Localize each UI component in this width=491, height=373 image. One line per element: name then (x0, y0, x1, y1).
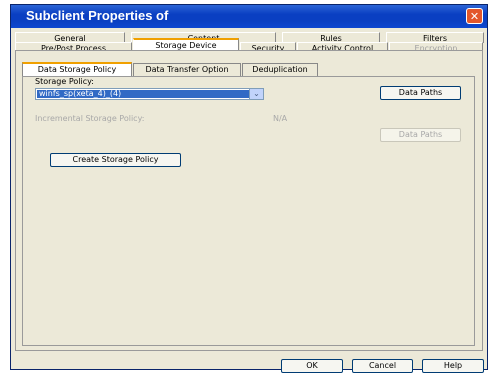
subclient-properties-dialog: Subclient Properties of ✕ General Conten… (10, 4, 488, 373)
tab-data-transfer-option[interactable]: Data Transfer Option (133, 63, 241, 76)
cancel-button[interactable]: Cancel (352, 359, 413, 373)
tab-data-storage-policy[interactable]: Data Storage Policy (22, 62, 132, 76)
create-storage-policy-button[interactable]: Create Storage Policy (50, 153, 181, 167)
incremental-storage-policy-value: N/A (273, 114, 288, 123)
chevron-down-icon[interactable]: ⌄ (249, 89, 263, 99)
incremental-storage-policy-label: Incremental Storage Policy: (35, 114, 145, 123)
incremental-data-paths-button: Data Paths (380, 128, 461, 142)
title-bar[interactable]: Subclient Properties of ✕ (11, 5, 487, 28)
storage-policy-select[interactable]: winfs_sp(xeta_4)_(4) ⌄ (35, 88, 264, 100)
close-icon[interactable]: ✕ (466, 8, 483, 24)
storage-device-panel: Data Storage Policy Data Transfer Option… (15, 50, 483, 351)
help-button[interactable]: Help (422, 359, 484, 373)
dialog-title: Subclient Properties of (26, 8, 169, 23)
ok-button[interactable]: OK (281, 359, 343, 373)
storage-policy-value: winfs_sp(xeta_4)_(4) (37, 90, 252, 98)
data-paths-button[interactable]: Data Paths (380, 86, 461, 100)
data-storage-policy-panel: Storage Policy: winfs_sp(xeta_4)_(4) ⌄ D… (22, 76, 475, 346)
tab-deduplication[interactable]: Deduplication (242, 63, 318, 76)
storage-policy-label: Storage Policy: (35, 77, 94, 86)
